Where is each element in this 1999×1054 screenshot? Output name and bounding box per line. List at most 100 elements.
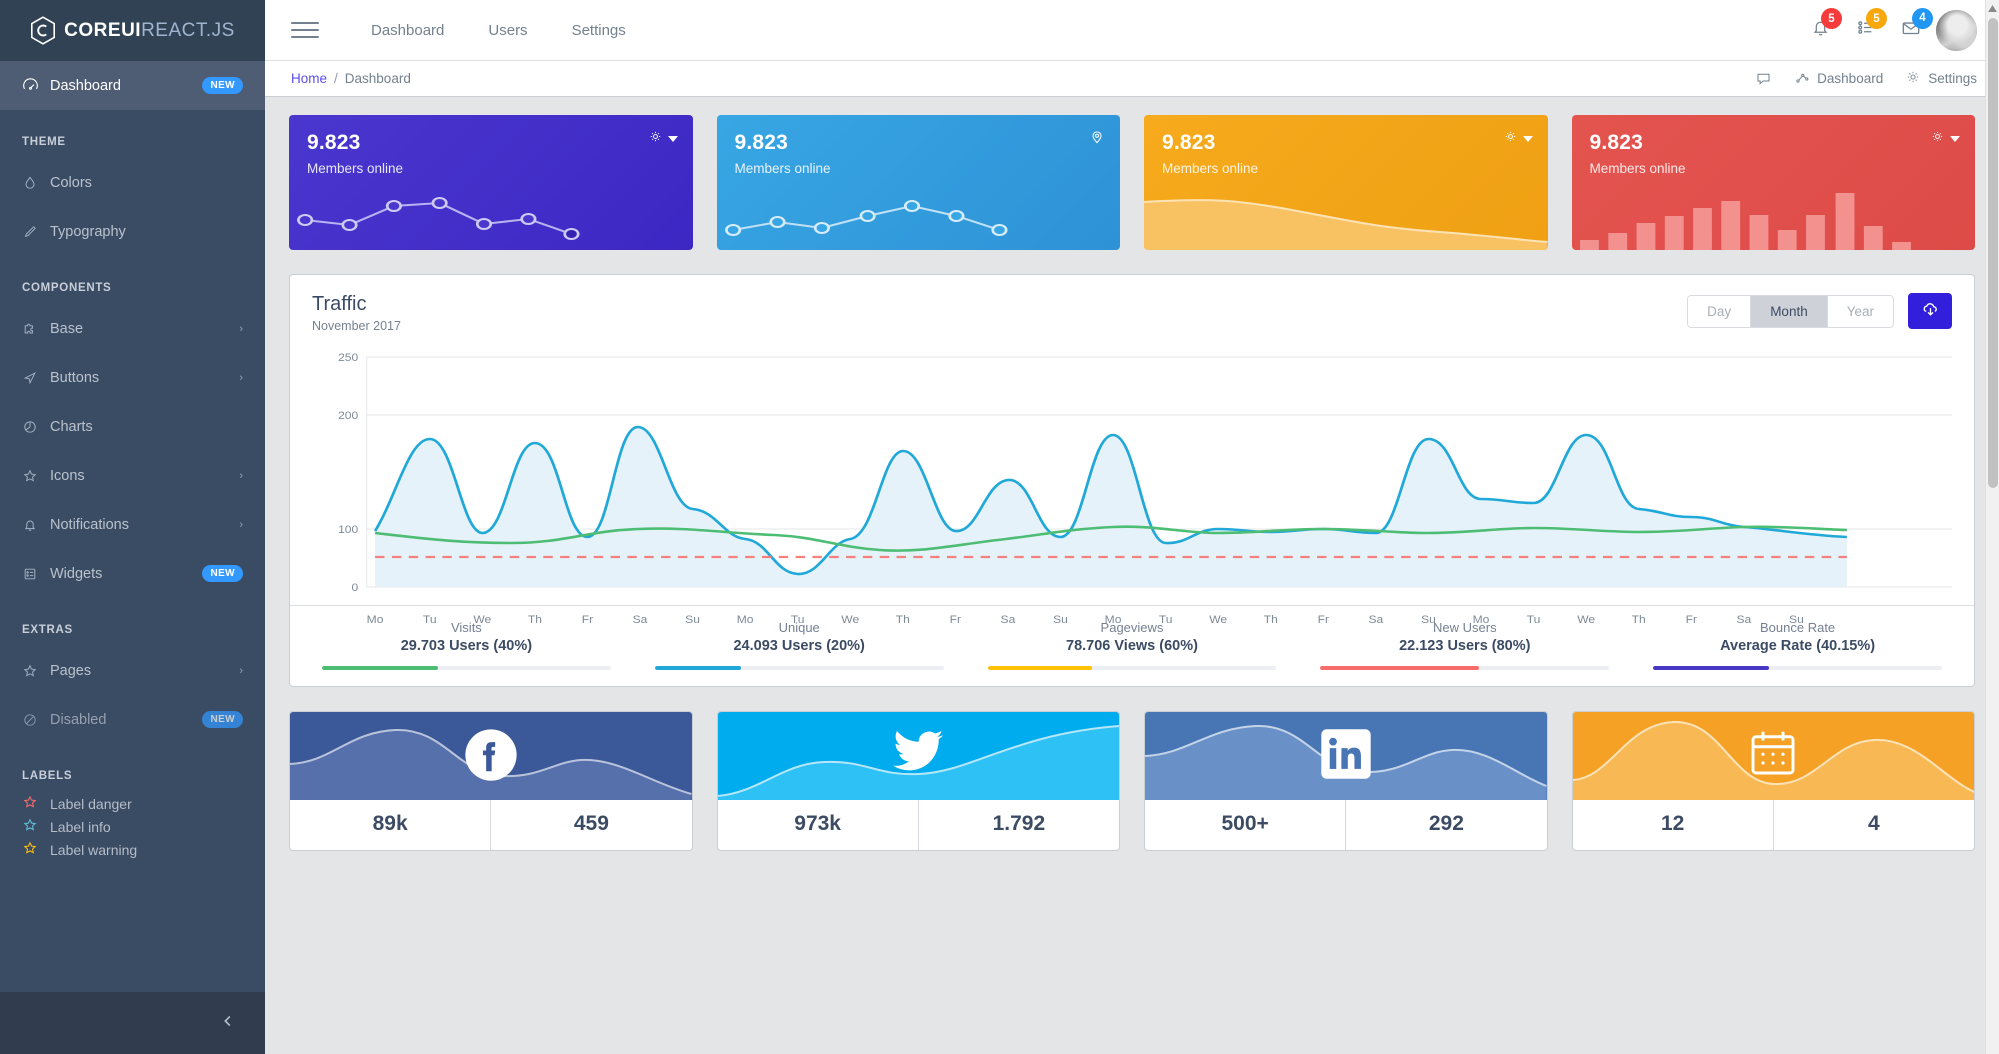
breadcrumb-home[interactable]: Home — [291, 71, 327, 86]
sidebar: COREUIREACT.JS Dashboard NEW THEME Color… — [0, 0, 265, 1054]
sidebar-item-label: Base — [50, 320, 84, 337]
cloud-download-icon — [1921, 300, 1940, 322]
footer-stat-progress — [1320, 666, 1610, 670]
sidebar-item-icons[interactable]: Icons › — [0, 451, 265, 500]
social-card-header — [717, 712, 1119, 800]
scrollbar-thumb[interactable] — [1988, 18, 1998, 488]
avatar-image — [1936, 9, 1977, 51]
stat-card-dropdown[interactable] — [1930, 129, 1960, 149]
social-card-header — [290, 712, 692, 800]
stat-card-value: 9.823 — [1162, 131, 1216, 154]
sidebar-label-warning[interactable]: Label warning — [0, 838, 265, 861]
stat-card-value: 9.823 — [734, 131, 789, 154]
social-metric-secondary: 292 — [1428, 812, 1464, 835]
star-icon — [22, 663, 50, 679]
scroll-up-arrow-icon[interactable] — [1986, 0, 1999, 17]
social-card-linkedin: 500+ 292 — [1144, 711, 1548, 851]
pencil-icon — [22, 224, 50, 240]
y-tick-0: 0 — [352, 581, 359, 594]
chevron-down-icon — [1950, 136, 1960, 142]
star-icon — [22, 840, 50, 859]
breadcrumb-action-dashboard[interactable]: Dashboard — [1794, 69, 1883, 88]
header-nav-settings[interactable]: Settings — [550, 22, 648, 39]
social-card-metrics: 973k 1.792 — [718, 800, 1120, 850]
sidebar-item-typography[interactable]: Typography — [0, 207, 265, 256]
sidebar-item-pages[interactable]: Pages › — [0, 646, 265, 695]
x-tick: Su — [1789, 613, 1804, 626]
x-tick: We — [841, 613, 859, 626]
avatar[interactable] — [1936, 9, 1977, 51]
social-card-metrics: 89k 459 — [290, 800, 692, 850]
sidebar-minimizer-button[interactable] — [0, 992, 265, 1054]
download-button[interactable] — [1908, 293, 1952, 329]
main-area: Dashboard Users Settings 5 5 4 Home / Da… — [265, 0, 1999, 1054]
sidebar-label-text: Label danger — [50, 795, 132, 812]
content-area: 9.823 Members online 9.823 Members onlin… — [265, 97, 1999, 1054]
footer-stat-progress — [654, 666, 944, 670]
sidebar-label-text: Label info — [50, 818, 111, 835]
range-button-day[interactable]: Day — [1687, 294, 1751, 328]
sidebar-item-label: Icons — [50, 467, 85, 484]
calendar-icon — [1573, 728, 1975, 778]
ban-icon — [22, 712, 50, 728]
breadcrumb-separator: / — [334, 71, 338, 86]
stat-card-dropdown[interactable] — [1503, 129, 1533, 149]
sidebar-label-info[interactable]: Label info — [0, 815, 265, 838]
header-nav-dashboard[interactable]: Dashboard — [349, 22, 466, 39]
puzzle-icon — [22, 321, 50, 337]
linkedin-icon — [1145, 728, 1547, 780]
chevron-right-icon: › — [239, 664, 243, 677]
traffic-chart: 250 200 100 0 Mo Tu We Th Fr Sa Su Mo Tu… — [290, 343, 1974, 626]
sidebar-section-title-labels: LABELS — [22, 770, 73, 782]
footer-stat-value: Average Rate (40.15%) — [1720, 638, 1876, 654]
sidebar-label-text: Label warning — [50, 841, 138, 858]
sidebar-item-base[interactable]: Base › — [0, 304, 265, 353]
x-tick: Tu — [1159, 613, 1173, 626]
sidebar-item-widgets[interactable]: Widgets NEW — [0, 549, 265, 598]
stat-card-dropdown[interactable] — [648, 129, 678, 149]
sidebar-item-buttons[interactable]: Buttons › — [0, 353, 265, 402]
range-button-year[interactable]: Year — [1826, 294, 1894, 328]
task-list-icon[interactable]: 5 — [1855, 8, 1887, 43]
sidebar-label-danger[interactable]: Label danger — [0, 792, 265, 815]
social-metric-secondary: 1.792 — [992, 812, 1046, 835]
footer-stat-progress — [322, 666, 611, 670]
chevron-right-icon: › — [239, 322, 243, 335]
location-pin-icon[interactable] — [1089, 129, 1105, 145]
x-tick: Mo — [1473, 613, 1490, 626]
traffic-area-fill — [375, 427, 1847, 587]
bell-icon — [22, 517, 50, 533]
social-card-header — [1145, 712, 1547, 800]
x-tick: Th — [528, 613, 542, 626]
breadcrumb-action-settings[interactable]: Settings — [1905, 69, 1977, 88]
social-card-metrics: 500+ 292 — [1145, 800, 1547, 850]
gear-icon — [1905, 69, 1921, 88]
breadcrumb-actions: Dashboard Settings — [1755, 69, 1977, 88]
header-nav-users[interactable]: Users — [466, 22, 549, 39]
sidebar-item-colors[interactable]: Colors — [0, 158, 265, 207]
page-scrollbar[interactable] — [1985, 0, 1999, 1054]
x-tick: We — [1209, 613, 1227, 626]
social-cards-row: 89k 459 973k 1.792 500+ 292 12 4 — [289, 711, 1975, 851]
brand-name-bold: COREUI — [64, 19, 142, 41]
x-tick: Th — [896, 613, 910, 626]
gear-icon — [1503, 129, 1518, 149]
header-nav: Dashboard Users Settings — [349, 22, 648, 39]
social-metric-primary: 12 — [1573, 800, 1774, 850]
sidebar-item-notifications[interactable]: Notifications › — [0, 500, 265, 549]
range-button-month[interactable]: Month — [1750, 294, 1827, 328]
stat-card-info: 9.823 Members online — [716, 115, 1120, 250]
stat-cards-row: 9.823 Members online 9.823 Members onlin… — [289, 115, 1975, 250]
bell-icon[interactable]: 5 — [1810, 8, 1842, 43]
sidebar-item-charts[interactable]: Charts — [0, 402, 265, 451]
sidebar-item-dashboard[interactable]: Dashboard NEW — [0, 61, 265, 110]
envelope-icon[interactable]: 4 — [1900, 7, 1933, 44]
hamburger-icon[interactable] — [291, 22, 319, 38]
stat-card-value: 9.823 — [1589, 131, 1644, 154]
comment-bubble-icon[interactable] — [1755, 70, 1772, 87]
sidebar-section-title-extras: EXTRAS — [22, 624, 73, 636]
brand-text: COREUIREACT.JS — [64, 20, 235, 42]
traffic-range-buttons: Day Month Year — [1687, 294, 1894, 328]
brand-logo-area[interactable]: COREUIREACT.JS — [0, 0, 265, 61]
footer-stat-progress — [987, 666, 1277, 670]
